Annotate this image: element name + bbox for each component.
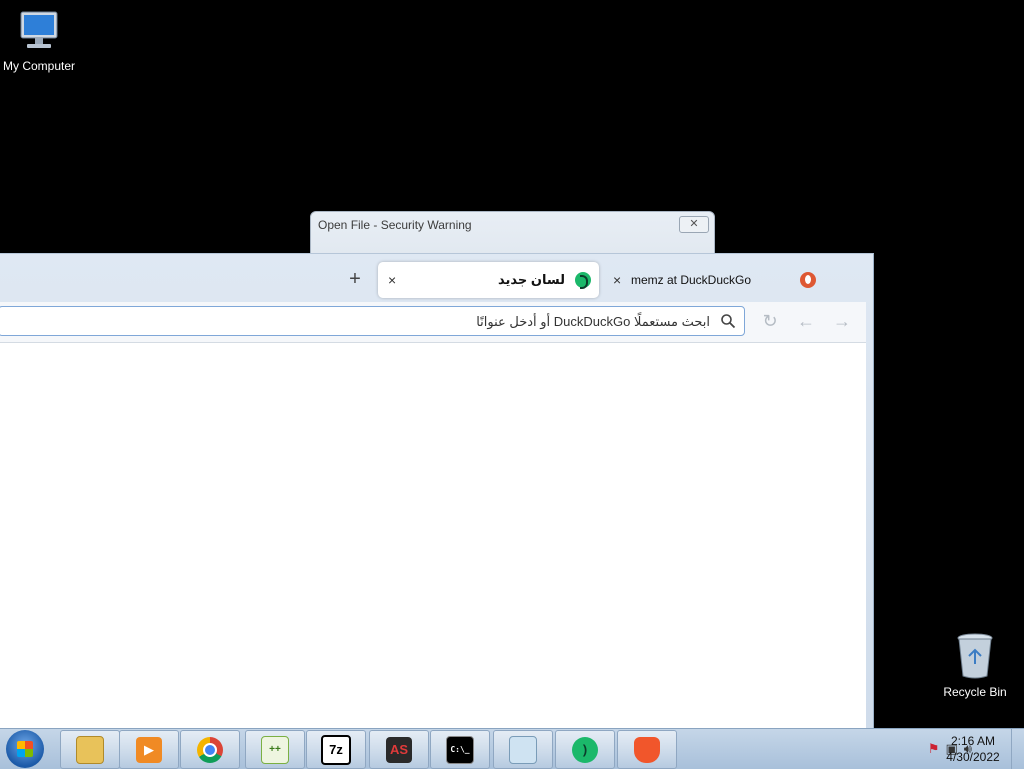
- taskbar-file-explorer[interactable]: [60, 730, 120, 769]
- media-player-icon: ▶: [136, 736, 162, 763]
- action-center-flag-icon[interactable]: ⚑: [928, 741, 940, 757]
- close-tab-icon[interactable]: ×: [388, 272, 396, 288]
- forward-button[interactable]: →: [831, 310, 853, 332]
- 7zip-icon: 7z: [321, 734, 351, 765]
- my-computer-desktop-icon[interactable]: My Computer: [0, 8, 84, 73]
- browser-toolbar: ابحث مستعملًا DuckDuckGo أو أدخل عنوانًا…: [0, 302, 866, 343]
- taskbar-chrome[interactable]: [180, 730, 240, 769]
- back-button[interactable]: ←: [795, 310, 817, 332]
- taskbar-brave[interactable]: [617, 730, 677, 769]
- chrome-icon: [197, 736, 223, 763]
- show-desktop-button[interactable]: [1011, 729, 1024, 769]
- duckduckgo-green-icon: [575, 272, 591, 289]
- taskbar-as-app[interactable]: AS: [369, 730, 429, 769]
- clock[interactable]: 2:16 AM 4/30/2022: [940, 733, 1006, 765]
- tab-label: memz at DuckDuckGo: [631, 273, 752, 287]
- tab-memz-search[interactable]: × memz at DuckDuckGo: [606, 262, 796, 298]
- tab-bar: + × لسان جديد × memz at DuckDuckGo: [0, 254, 866, 302]
- search-icon: [721, 314, 736, 329]
- page-content[interactable]: [0, 343, 866, 729]
- as-icon: AS: [386, 736, 412, 763]
- computer-icon: [20, 11, 58, 48]
- brave-icon: [634, 736, 660, 763]
- taskbar-media-player[interactable]: ▶: [119, 730, 179, 769]
- tab-new-tab[interactable]: × لسان جديد: [378, 262, 599, 298]
- clock-date: 4/30/2022: [946, 750, 1000, 764]
- taskbar: ▶ ++ 7z AS C:\_ ) ⚑ ▣ 🔊︎ 2:16 AM 4/30/20…: [0, 728, 1024, 769]
- security-warning-title: Open File - Security Warning: [318, 218, 472, 232]
- reload-button[interactable]: ↻: [759, 310, 781, 332]
- address-placeholder: ابحث مستعملًا DuckDuckGo أو أدخل عنوانًا: [476, 314, 710, 329]
- tab-label: لسان جديد: [498, 272, 565, 287]
- duckduckgo-icon: ): [572, 736, 598, 763]
- address-bar[interactable]: ابحث مستعملًا DuckDuckGo أو أدخل عنوانًا: [0, 306, 745, 336]
- close-tab-icon[interactable]: ×: [613, 272, 621, 288]
- recycle-bin-label: Recycle Bin: [943, 685, 1007, 699]
- folder-icon: [76, 735, 104, 764]
- recycle-bin-icon: [957, 633, 993, 679]
- taskbar-duckduckgo-browser[interactable]: ): [555, 730, 615, 769]
- notepad-icon: [509, 735, 537, 764]
- security-warning-close-button[interactable]: ✕: [679, 216, 709, 233]
- taskbar-notepad[interactable]: [493, 730, 553, 769]
- notepad-plus-plus-icon: ++: [261, 735, 289, 764]
- clock-time: 2:16 AM: [950, 734, 996, 748]
- taskbar-notepad-plus-plus[interactable]: ++: [245, 730, 305, 769]
- taskbar-7zip[interactable]: 7z: [306, 730, 366, 769]
- recycle-bin-desktop-icon[interactable]: Recycle Bin: [930, 632, 1020, 699]
- new-tab-button[interactable]: +: [345, 269, 365, 289]
- cmd-icon: C:\_: [446, 735, 474, 764]
- duckduckgo-icon[interactable]: [800, 272, 816, 288]
- start-button[interactable]: [6, 730, 44, 768]
- browser-window: + × لسان جديد × memz at DuckDuckGo ابحث …: [0, 253, 874, 729]
- my-computer-label: My Computer: [2, 59, 76, 73]
- taskbar-command-prompt[interactable]: C:\_: [430, 730, 490, 769]
